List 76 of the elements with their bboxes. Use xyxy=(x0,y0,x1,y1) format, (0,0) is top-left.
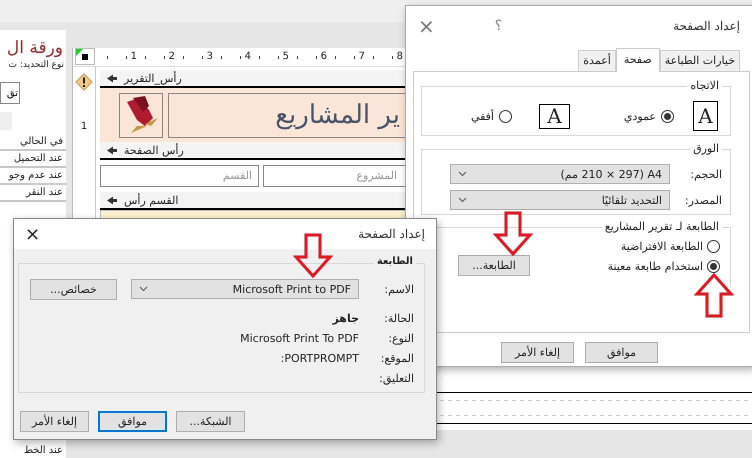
selection-type-label: نوع التحديد: ت xyxy=(8,60,65,70)
field-label: الحجم: xyxy=(689,168,722,180)
ruler-number: 2 xyxy=(168,50,175,64)
option-label: الطابعة الافتراضية xyxy=(620,240,703,253)
tab[interactable]: صفحة xyxy=(616,48,660,72)
field-label: التعليق: xyxy=(378,372,414,385)
annotation-arrow xyxy=(493,211,533,256)
radio-button[interactable] xyxy=(707,240,720,253)
landscape-page-icon: A xyxy=(539,104,570,128)
radio-button[interactable] xyxy=(661,110,674,122)
ruler-number: 5 xyxy=(282,50,289,64)
ruler-number: 1 xyxy=(80,121,88,132)
radio-button[interactable] xyxy=(707,260,720,273)
field-label: النوع: xyxy=(387,332,414,345)
property-row[interactable]: عند الخط xyxy=(0,443,66,458)
field-value: Microsoft Print To PDF xyxy=(240,332,359,345)
property-row[interactable]: عند التحميل xyxy=(0,151,66,168)
option-label: عمودي xyxy=(624,110,656,122)
group-label: الطابعة xyxy=(374,256,416,267)
dialog-title: إعداد الصفحة xyxy=(358,227,425,241)
section-label: رأس الصفحة xyxy=(124,144,184,156)
property-row[interactable]: عند النقر xyxy=(0,185,66,202)
tab[interactable]: خيارات الطباعة xyxy=(660,50,740,71)
property-row[interactable]: عند عدم وجو xyxy=(0,168,66,185)
close-button[interactable]: × xyxy=(418,14,435,38)
ruler-number: 7 xyxy=(358,50,365,64)
annotation-arrow xyxy=(293,233,333,278)
radio-button[interactable] xyxy=(499,110,512,122)
warning-icon xyxy=(75,73,93,91)
section-label: رأس_التقرير xyxy=(124,72,182,84)
section-arrow-icon xyxy=(106,146,118,154)
dialog-button[interactable]: إلغاء الأمر xyxy=(20,411,89,432)
field-value: PORTPROMPT: xyxy=(280,352,359,365)
select-report-box[interactable] xyxy=(75,48,95,65)
field-label-box: القسم xyxy=(100,165,259,187)
dialog-button[interactable]: الشبكة... xyxy=(176,411,245,432)
ruler-number: 3 xyxy=(206,50,213,64)
dialog-button[interactable]: موافق xyxy=(585,342,658,363)
option-label: أفقي xyxy=(470,110,494,122)
group-label: الطابعة لـ تقرير المشاريع xyxy=(602,220,722,233)
group-label: الورق xyxy=(690,142,722,155)
dropdown[interactable]: A4 (210 × 297 مم) xyxy=(450,164,670,184)
sheet-button[interactable]: تق xyxy=(0,82,20,104)
option-label: استخدام طابعة معينة xyxy=(608,260,703,273)
properties-button[interactable]: خصائص... xyxy=(30,278,117,300)
dropdown[interactable]: Microsoft Print to PDF xyxy=(131,279,359,299)
ruler-number: 1 xyxy=(130,50,137,64)
section-label: القسم رأس xyxy=(124,194,178,206)
dialog-title: إعداد الصفحة xyxy=(673,19,740,33)
field-label: المصدر: xyxy=(684,194,722,206)
property-row[interactable]: في الحالي xyxy=(0,134,66,151)
field-label: الموقع: xyxy=(380,352,414,365)
sheet-title: ورقة ال xyxy=(6,37,64,60)
portrait-page-icon: A xyxy=(693,101,718,131)
chevron-icon xyxy=(139,286,148,292)
ruler-number: 6 xyxy=(320,50,327,64)
section-arrow-icon xyxy=(106,196,118,204)
dropdown[interactable]: التحديد تلقائيًا xyxy=(450,190,670,210)
ruler-number: 4 xyxy=(244,50,251,64)
ruler-number: 8 xyxy=(396,50,403,64)
corner-triangle-icon xyxy=(76,49,83,56)
square-icon xyxy=(82,54,88,60)
printer-button[interactable]: الطابعة... xyxy=(458,255,530,276)
chevron-icon xyxy=(458,197,467,203)
dialog-button[interactable]: إلغاء الأمر xyxy=(501,342,574,363)
annotation-arrow xyxy=(694,273,734,318)
dialog-button[interactable]: موافق xyxy=(98,411,167,432)
help-button[interactable]: ؟ xyxy=(494,18,502,34)
field-label: الحالة: xyxy=(383,312,414,325)
section-arrow-icon xyxy=(106,74,118,82)
field-value: جاهز xyxy=(332,312,359,325)
close-button[interactable]: × xyxy=(25,224,40,244)
group-label: الاتجاه xyxy=(687,79,722,92)
tab[interactable]: أعمدة xyxy=(578,50,616,71)
field-label: الاسم: xyxy=(383,282,414,296)
chevron-icon xyxy=(458,171,467,177)
